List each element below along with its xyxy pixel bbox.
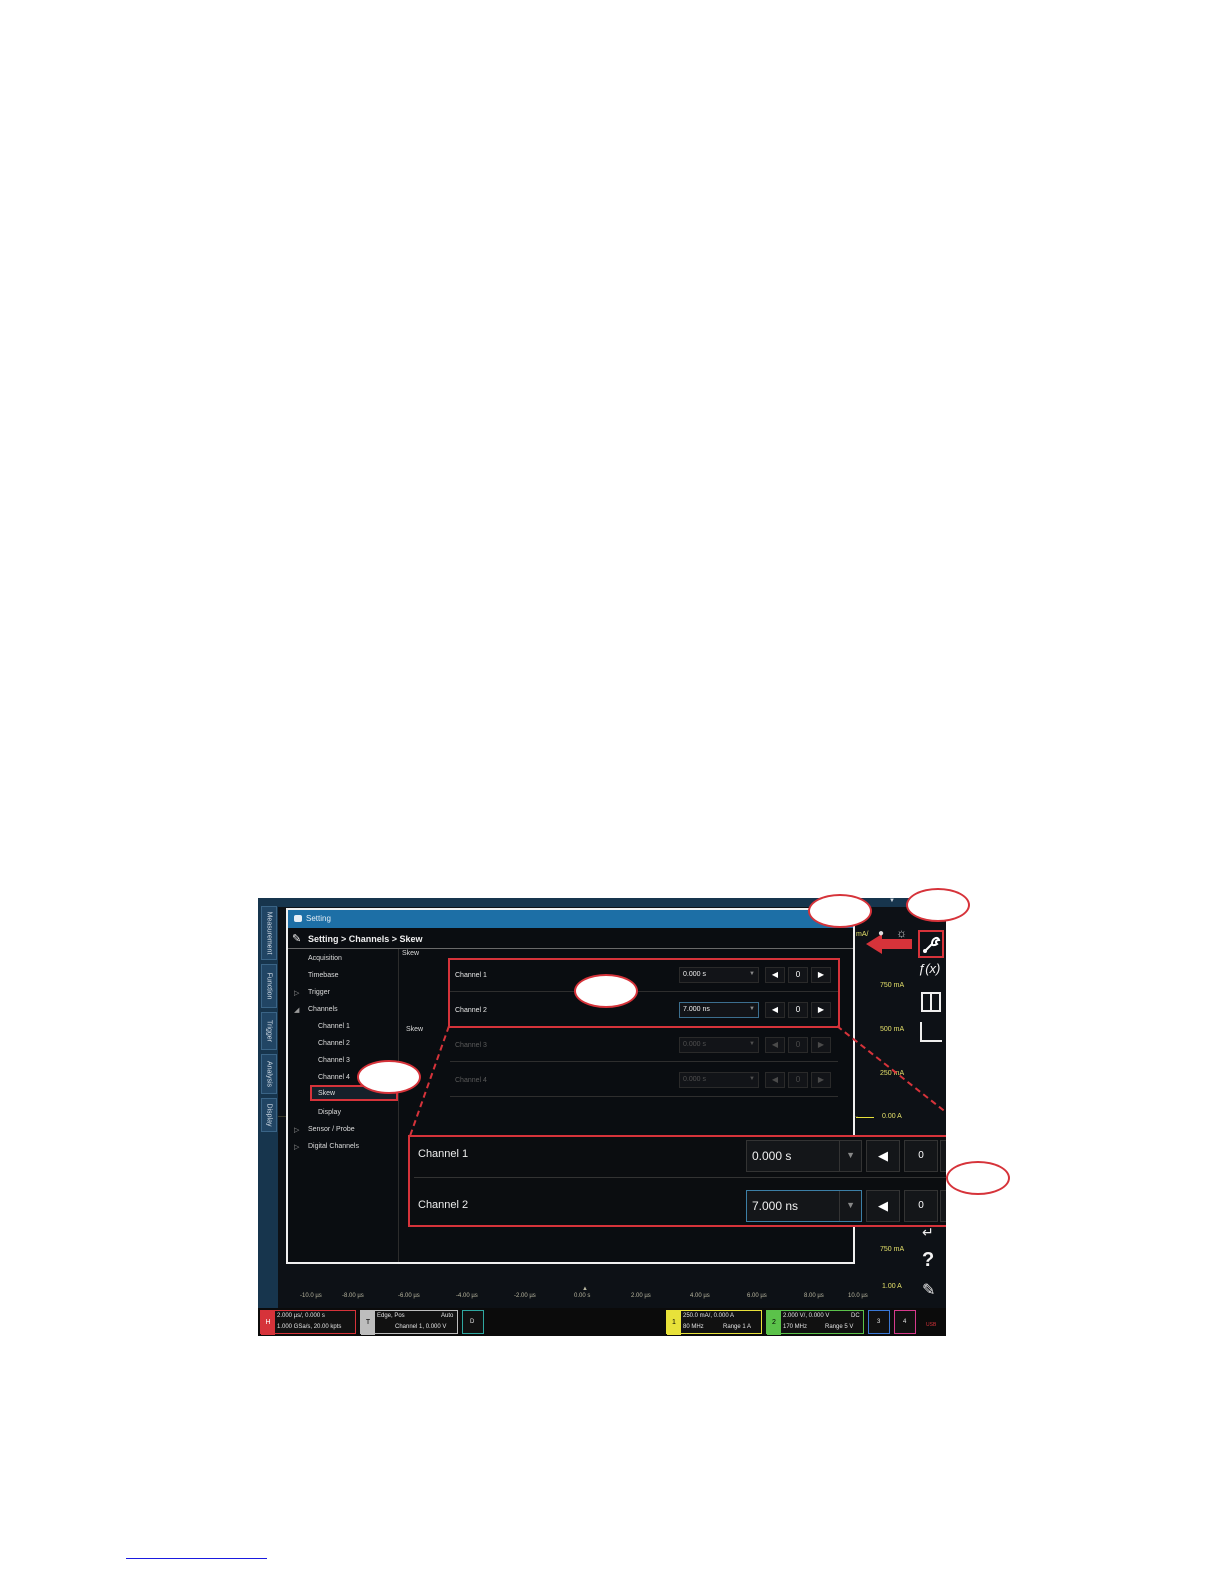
channel-3-label: 3: [877, 1319, 881, 1325]
zoom-channel-1-decrement[interactable]: ◀: [866, 1140, 900, 1172]
callout-oval-5: [946, 1161, 1010, 1195]
channel-3-box[interactable]: 3: [868, 1310, 890, 1334]
time-tick: 10.0 µs: [848, 1293, 868, 1299]
zoom-connector-lines: [409, 1025, 946, 1137]
channel-2-coupling: DC: [851, 1313, 860, 1319]
zoom-channel-2-caret[interactable]: ▼: [846, 1200, 855, 1210]
trigger-line1: Edge, Pos: [377, 1313, 405, 1319]
zoom-channel-1-label: Channel 1: [418, 1148, 469, 1160]
channel-1-line1: 250.0 mA/, 0.000 A: [683, 1313, 735, 1319]
oscilloscope-screen: ▼ Measurement Function Trigger Analysis …: [258, 898, 946, 1336]
callout-oval-2: [906, 888, 970, 922]
status-bar: H 2.000 µs/, 0.000 s 1.000 GSa/s, 20.00 …: [258, 1308, 946, 1336]
usb-indicator: USB: [926, 1322, 937, 1328]
time-tick: 8.00 µs: [804, 1293, 824, 1299]
zoom-channel-2-decrement[interactable]: ◀: [866, 1190, 900, 1222]
digital-label: D: [470, 1319, 475, 1325]
time-tick: -10.0 µs: [300, 1293, 322, 1299]
zoomed-skew-rows: Channel 1 0.000 s ▼ ◀ 0 ▶ Channel 2 7.00…: [408, 1135, 946, 1227]
zoom-channel-1-caret[interactable]: ▼: [846, 1150, 855, 1160]
footer-link-underline[interactable]: [126, 1558, 267, 1559]
trigger-position-marker[interactable]: ▲: [582, 1286, 588, 1292]
horizontal-line2: 1.000 GSa/s, 20.00 kpts: [277, 1324, 342, 1330]
time-tick: -6.00 µs: [398, 1293, 420, 1299]
time-tick: 4.00 µs: [690, 1293, 710, 1299]
time-tick: -8.00 µs: [342, 1293, 364, 1299]
zoom-channel-1-increment[interactable]: ▶: [940, 1140, 946, 1172]
zoom-channel-2-value[interactable]: 7.000 ns ▼: [746, 1190, 862, 1222]
channel-2-box[interactable]: 2 2.000 V/, 0.000 V DC 170 MHz Range 5 V: [766, 1310, 864, 1335]
channel-1-bandwidth: 80 MHz: [683, 1324, 704, 1330]
channel-1-badge: 1: [667, 1311, 681, 1335]
channel-2-range: Range 5 V: [825, 1324, 854, 1330]
callout-oval-3: [574, 974, 638, 1008]
zoom-channel-2-increment[interactable]: ▶: [940, 1190, 946, 1222]
zoom-channel-2-step[interactable]: 0: [904, 1190, 938, 1222]
zoom-channel-2-label: Channel 2: [418, 1199, 469, 1211]
callout-oval-4: [357, 1060, 421, 1094]
channel-2-bandwidth: 170 MHz: [783, 1324, 808, 1330]
channel-4-label: 4: [903, 1319, 907, 1325]
time-tick: 6.00 µs: [747, 1293, 767, 1299]
channel-2-badge: 2: [767, 1311, 781, 1335]
zoom-channel-2-value-text: 7.000 ns: [752, 1199, 799, 1213]
time-tick: 2.00 µs: [631, 1293, 651, 1299]
time-tick: 0.00 s: [574, 1293, 591, 1299]
zoom-channel-1-value-text: 0.000 s: [752, 1149, 792, 1163]
time-tick: -2.00 µs: [514, 1293, 536, 1299]
channel-4-box[interactable]: 4: [894, 1310, 916, 1334]
horizontal-box[interactable]: H 2.000 µs/, 0.000 s 1.000 GSa/s, 20.00 …: [260, 1310, 356, 1335]
callout-oval-1: [808, 894, 872, 928]
horizontal-badge: H: [261, 1311, 275, 1335]
zoom-channel-1-value[interactable]: 0.000 s ▼: [746, 1140, 862, 1172]
zoom-row-divider: [414, 1177, 946, 1178]
channel-1-range: Range 1 A: [723, 1324, 752, 1330]
channel-1-box[interactable]: 1 250.0 mA/, 0.000 A 80 MHz Range 1 A: [666, 1310, 762, 1335]
horizontal-line1: 2.000 µs/, 0.000 s: [277, 1313, 325, 1319]
trigger-mode: Auto: [441, 1313, 454, 1319]
trigger-box[interactable]: T Edge, Pos Auto Channel 1, 0.000 V: [360, 1310, 458, 1335]
trigger-badge: T: [361, 1311, 375, 1335]
zoom-channel-1-step[interactable]: 0: [904, 1140, 938, 1172]
trigger-line2: Channel 1, 0.000 V: [395, 1324, 447, 1330]
time-tick: -4.00 µs: [456, 1293, 478, 1299]
digital-box[interactable]: D: [462, 1310, 484, 1334]
channel-2-line1: 2.000 V/, 0.000 V: [783, 1313, 830, 1319]
